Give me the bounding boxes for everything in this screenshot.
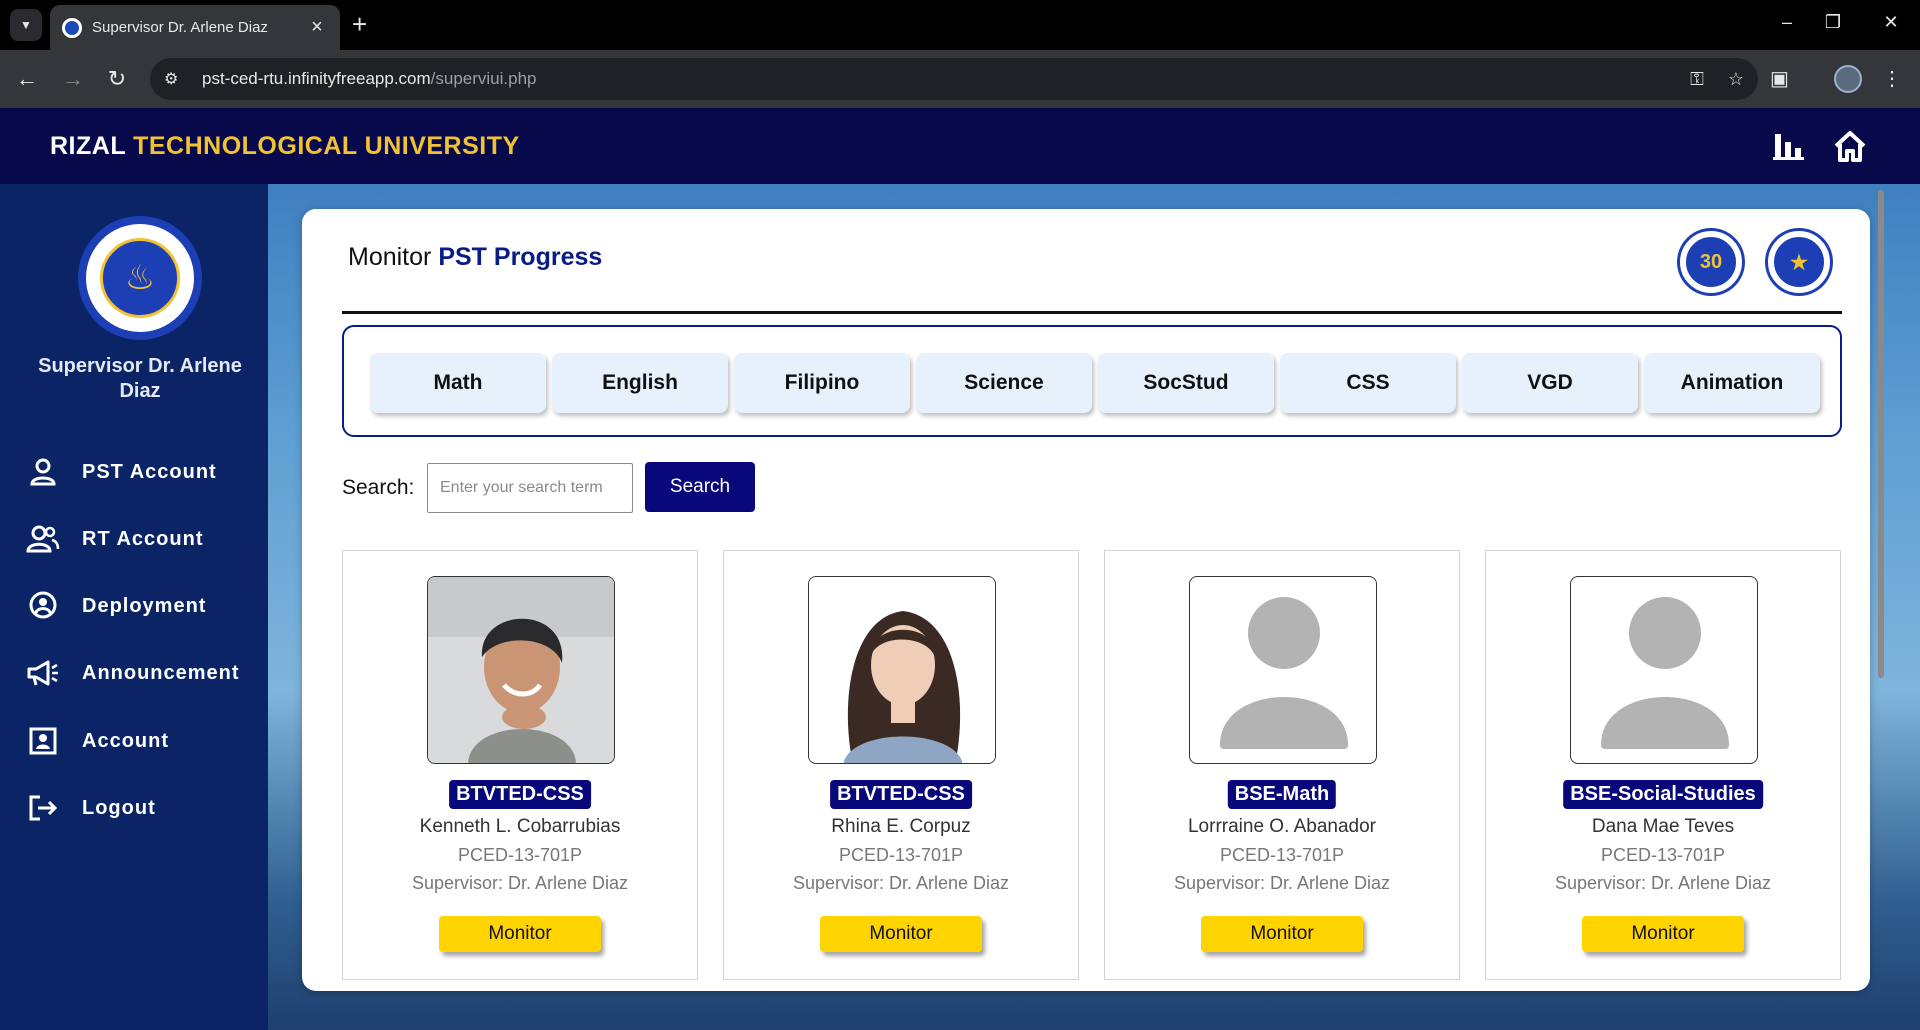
subject-button-animation[interactable]: Animation bbox=[1644, 353, 1820, 413]
profile-avatar[interactable] bbox=[1834, 65, 1862, 93]
minimize-icon[interactable]: – bbox=[1772, 12, 1802, 33]
student-supervisor: Supervisor: Dr. Arlene Diaz bbox=[1173, 873, 1391, 893]
student-supervisor: Supervisor: Dr. Arlene Diaz bbox=[792, 873, 1010, 893]
supervisor-name: Supervisor Dr. Arlene Diaz bbox=[38, 355, 242, 402]
close-tab-icon[interactable]: × bbox=[306, 16, 328, 39]
program-badge: BTVTED-CSS bbox=[449, 780, 591, 809]
page-title: Monitor PST Progress bbox=[348, 243, 603, 271]
monitor-button[interactable]: Monitor bbox=[1201, 916, 1363, 952]
student-name: Dana Mae Teves bbox=[1591, 816, 1735, 837]
sidebar: ♨ Supervisor Dr. Arlene Diaz PST Account… bbox=[0, 184, 268, 1030]
browser-tab[interactable]: Supervisor Dr. Arlene Diaz × bbox=[50, 5, 340, 50]
forward-icon[interactable]: → bbox=[58, 64, 88, 94]
subject-button-math[interactable]: Math bbox=[370, 353, 546, 413]
subject-button-english[interactable]: English bbox=[552, 353, 728, 413]
sidebar-item-deployment[interactable]: Deployment bbox=[26, 586, 256, 626]
tab-title: Supervisor Dr. Arlene Diaz bbox=[92, 19, 268, 36]
site-header: RIZAL TECHNOLOGICAL UNIVERSITY bbox=[0, 108, 1920, 184]
search-button[interactable]: Search bbox=[645, 462, 755, 512]
college-of-education-logo: ♨ bbox=[78, 216, 202, 340]
torch-icon: ♨ bbox=[100, 238, 180, 318]
sidebar-item-account[interactable]: Account bbox=[26, 721, 256, 761]
sidebar-item-announcement[interactable]: Announcement bbox=[26, 653, 256, 693]
extensions-icon[interactable]: ▣ bbox=[1770, 66, 1789, 91]
favicon-icon bbox=[62, 17, 82, 38]
url-text: pst-ced-rtu.infinityfreeapp.com/superviu… bbox=[202, 69, 537, 88]
subject-button-socstud[interactable]: SocStud bbox=[1098, 353, 1274, 413]
search-input[interactable] bbox=[427, 463, 633, 513]
close-window-icon[interactable]: ✕ bbox=[1876, 12, 1906, 33]
subject-button-science[interactable]: Science bbox=[916, 353, 1092, 413]
restore-icon[interactable]: ❐ bbox=[1818, 12, 1848, 33]
sidebar-item-rt-account[interactable]: RT Account bbox=[26, 519, 256, 559]
program-badge: BSE-Math bbox=[1227, 780, 1337, 809]
title-divider bbox=[342, 311, 1842, 314]
sidebar-item-label: Deployment bbox=[82, 594, 207, 617]
student-name: Rhina E. Corpuz bbox=[831, 816, 971, 837]
student-code: PCED-13-701P bbox=[1600, 845, 1726, 865]
rtu-seal-logo: ★ bbox=[1768, 231, 1830, 293]
site-info-icon[interactable]: ⚙ bbox=[164, 69, 188, 89]
anniversary-seal-logo: 30 bbox=[1680, 231, 1742, 293]
student-supervisor: Supervisor: Dr. Arlene Diaz bbox=[1554, 873, 1772, 893]
back-icon[interactable]: ← bbox=[12, 64, 42, 94]
monitor-button[interactable]: Monitor bbox=[1582, 916, 1744, 952]
scrollbar-thumb[interactable] bbox=[1878, 190, 1884, 678]
browser-tab-bar: ▼ Supervisor Dr. Arlene Diaz × + – ❐ ✕ bbox=[0, 0, 1920, 50]
student-code: PCED-13-701P bbox=[1219, 845, 1345, 865]
student-name: Kenneth L. Cobarrubias bbox=[419, 816, 621, 837]
sidebar-item-logout[interactable]: Logout bbox=[26, 788, 256, 828]
sidebar-item-label: Logout bbox=[82, 796, 156, 819]
id-card-icon bbox=[26, 726, 60, 756]
monitor-button[interactable]: Monitor bbox=[820, 916, 982, 952]
browser-menu-icon[interactable]: ⋮ bbox=[1882, 66, 1902, 91]
location-pin-icon bbox=[26, 591, 60, 621]
search-label: Search: bbox=[342, 476, 415, 499]
student-code: PCED-13-701P bbox=[838, 845, 964, 865]
sidebar-item-label: Account bbox=[82, 729, 169, 752]
student-card: BTVTED-CSS Rhina E. Corpuz PCED-13-701P … bbox=[723, 550, 1079, 980]
bar-chart-icon[interactable] bbox=[1770, 128, 1810, 164]
megaphone-icon bbox=[26, 658, 60, 688]
student-card: BTVTED-CSS Kenneth L. Cobarrubias PCED-1… bbox=[342, 550, 698, 980]
student-card: BSE-Social-Studies Dana Mae Teves PCED-1… bbox=[1485, 550, 1841, 980]
person-icon bbox=[26, 457, 60, 487]
student-name: Lorrraine O. Abanador bbox=[1187, 816, 1376, 837]
monitor-button[interactable]: Monitor bbox=[439, 916, 601, 952]
password-key-icon[interactable]: ⚿ bbox=[1690, 69, 1704, 90]
university-brand: RIZAL TECHNOLOGICAL UNIVERSITY bbox=[50, 132, 520, 160]
sidebar-item-label: Announcement bbox=[82, 661, 240, 684]
new-tab-button[interactable]: + bbox=[352, 10, 367, 38]
subject-button-css[interactable]: CSS bbox=[1280, 353, 1456, 413]
bookmark-star-icon[interactable]: ☆ bbox=[1728, 69, 1744, 90]
address-bar[interactable]: ⚙ pst-ced-rtu.infinityfreeapp.com/superv… bbox=[150, 58, 1758, 100]
student-code: PCED-13-701P bbox=[457, 845, 583, 865]
sidebar-item-label: PST Account bbox=[82, 460, 217, 483]
subject-button-filipino[interactable]: Filipino bbox=[734, 353, 910, 413]
avatar-placeholder-icon bbox=[1189, 576, 1377, 764]
program-badge: BTVTED-CSS bbox=[830, 780, 972, 809]
sidebar-item-pst-account[interactable]: PST Account bbox=[26, 452, 256, 492]
tab-search-button[interactable]: ▼ bbox=[10, 9, 42, 41]
reload-icon[interactable]: ↻ bbox=[102, 64, 132, 94]
subject-filter-bar: Math English Filipino Science SocStud CS… bbox=[342, 325, 1842, 437]
main-panel: Monitor PST Progress 30 ★ Math English F… bbox=[302, 209, 1870, 991]
student-supervisor: Supervisor: Dr. Arlene Diaz bbox=[411, 873, 629, 893]
program-badge: BSE-Social-Studies bbox=[1563, 780, 1763, 809]
users-icon bbox=[26, 524, 60, 554]
sidebar-item-label: RT Account bbox=[82, 527, 204, 550]
avatar-placeholder-icon bbox=[1570, 576, 1758, 764]
subject-button-vgd[interactable]: VGD bbox=[1462, 353, 1638, 413]
student-photo bbox=[427, 576, 615, 764]
student-photo bbox=[808, 576, 996, 764]
browser-toolbar: ← → ↻ ⚙ pst-ced-rtu.infinityfreeapp.com/… bbox=[0, 50, 1920, 108]
home-icon[interactable] bbox=[1830, 128, 1870, 164]
student-card: BSE-Math Lorrraine O. Abanador PCED-13-7… bbox=[1104, 550, 1460, 980]
logout-icon bbox=[26, 793, 60, 823]
